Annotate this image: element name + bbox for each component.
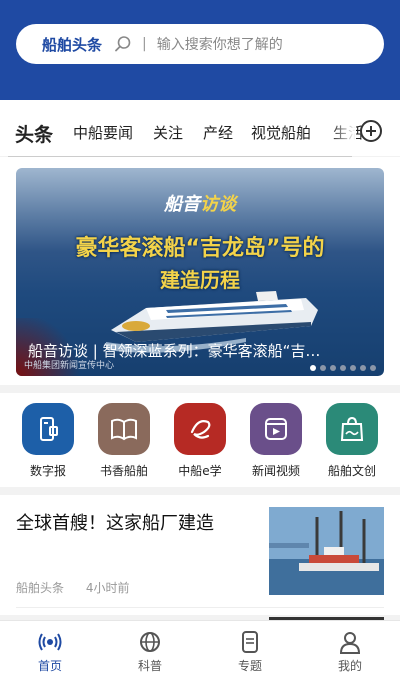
- search-separator: |: [142, 36, 147, 52]
- tab-follow[interactable]: 关注: [153, 122, 183, 143]
- shortcut-label: 数字报: [29, 464, 66, 478]
- shopping-bag-icon: [326, 403, 378, 455]
- nav-home[interactable]: 首页: [20, 629, 80, 674]
- nav-topics[interactable]: 专题: [220, 629, 280, 674]
- nav-profile[interactable]: 我的: [320, 629, 380, 674]
- news-source: 船舶头条: [16, 581, 65, 595]
- banner-watermark: 中船集团新闻宣传中心: [24, 361, 115, 371]
- carousel-dot[interactable]: [370, 365, 376, 371]
- globe-icon: [140, 632, 160, 652]
- news-title[interactable]: 全球首艘！这家船厂建造: [16, 509, 214, 535]
- shortcut-grid: 数字报 书香船舶 中船e学 新闻视频 船舶文创: [0, 393, 400, 487]
- shortcut-label: 书香船舶: [99, 464, 148, 478]
- news-meta: 船舶头条 4小时前: [16, 579, 147, 596]
- shortcut-digital-paper[interactable]: 数字报: [8, 403, 88, 479]
- banner-logo: 船音访谈: [16, 190, 384, 216]
- news-divider: [16, 607, 384, 608]
- nav-science[interactable]: 科普: [120, 629, 180, 674]
- nav-label: 我的: [337, 659, 362, 673]
- tab-headlines[interactable]: 头条: [15, 120, 53, 147]
- carousel-indicator: [310, 365, 376, 371]
- shortcut-label: 新闻视频: [251, 464, 300, 478]
- shortcut-elearning[interactable]: 中船e学: [160, 403, 240, 479]
- banner-carousel[interactable]: 船音访谈 豪华客滚船“吉龙岛”号的 建造历程 船音访谈 | 智领深蓝系列：豪华客…: [16, 168, 384, 376]
- news-thumbnail[interactable]: [269, 507, 384, 595]
- news-time: 4小时前: [85, 581, 130, 595]
- carousel-dot[interactable]: [350, 365, 356, 371]
- nav-label: 首页: [37, 659, 62, 673]
- nav-label: 专题: [237, 659, 262, 673]
- banner-logo-part2: 访谈: [200, 194, 236, 215]
- book-icon: [98, 403, 150, 455]
- user-icon: [339, 632, 361, 654]
- shortcut-label: 船舶文创: [327, 464, 376, 478]
- banner-title-line1: 豪华客滚船“吉龙岛”号的: [75, 236, 325, 261]
- tab-visual[interactable]: 视觉船舶: [251, 122, 311, 143]
- news-list: 全球首艘！这家船厂建造 船舶头条 4小时前: [0, 495, 400, 620]
- search-input[interactable]: 输入搜索你想了解的: [157, 34, 283, 54]
- search-bar[interactable]: 船舶头条 | 输入搜索你想了解的: [16, 24, 384, 64]
- shortcut-label: 中船e学: [178, 464, 222, 478]
- nav-label: 科普: [137, 659, 162, 673]
- shortcut-books[interactable]: 书香船舶: [84, 403, 164, 479]
- tabs-fade: [330, 100, 356, 156]
- carousel-dot[interactable]: [340, 365, 346, 371]
- add-channel-icon[interactable]: [360, 120, 382, 142]
- shortcut-video[interactable]: 新闻视频: [236, 403, 316, 479]
- home-broadcast-icon: [38, 633, 62, 651]
- document-icon: [242, 631, 258, 653]
- carousel-dot[interactable]: [320, 365, 326, 371]
- tab-news[interactable]: 中船要闻: [73, 122, 133, 143]
- digital-paper-icon: [22, 403, 74, 455]
- carousel-dot[interactable]: [360, 365, 366, 371]
- carousel-dot[interactable]: [310, 365, 316, 371]
- bottom-nav: 首页 科普 专题 我的: [0, 620, 400, 678]
- banner-logo-part1: 船音: [164, 194, 200, 215]
- app-header: 船舶头条 | 输入搜索你想了解的: [0, 0, 400, 100]
- video-icon: [250, 403, 302, 455]
- search-icon: [115, 36, 131, 52]
- shortcut-creative[interactable]: 船舶文创: [312, 403, 392, 479]
- e-learning-icon: [174, 403, 226, 455]
- tab-industry[interactable]: 产经: [203, 122, 233, 143]
- brand-label: 船舶头条: [42, 35, 103, 54]
- carousel-dot[interactable]: [330, 365, 336, 371]
